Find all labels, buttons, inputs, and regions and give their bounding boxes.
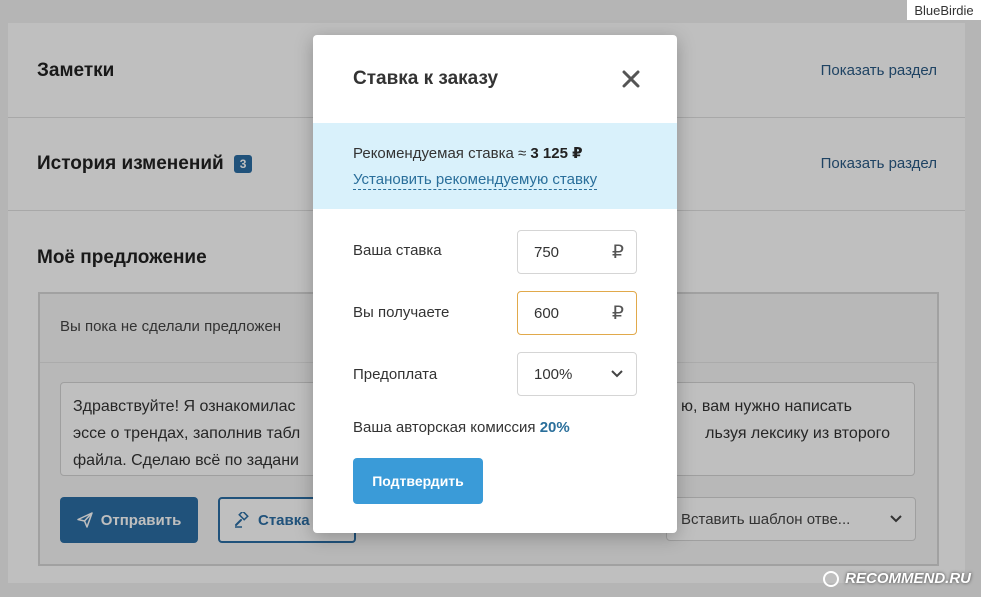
receive-input[interactable]: 600 ₽ xyxy=(517,291,637,335)
ruble-icon: ₽ xyxy=(611,241,624,263)
recommended-bid-text: Рекомендуемая ставка ≈ 3 125 ₽ xyxy=(353,144,583,162)
bid-input[interactable]: 750 ₽ xyxy=(517,230,637,274)
recommended-bid-value: 3 125 ₽ xyxy=(530,145,583,162)
commission-prefix: Ваша авторская комиссия xyxy=(353,419,540,436)
prepay-select[interactable]: 100% xyxy=(517,352,637,396)
watermark-site-text: RECOMMEND.RU xyxy=(845,570,971,587)
bid-value: 750 xyxy=(534,243,560,261)
commission-value: 20% xyxy=(539,419,570,436)
close-icon xyxy=(622,70,640,88)
bid-label: Ваша ставка xyxy=(353,242,442,259)
watermark-author: BlueBirdie xyxy=(907,0,981,20)
recommend-logo-icon xyxy=(823,570,840,587)
bid-modal: Ставка к заказу Рекомендуемая ставка ≈ 3… xyxy=(313,35,677,533)
prepay-value: 100% xyxy=(534,365,573,383)
recommended-bid-prefix: Рекомендуемая ставка ≈ xyxy=(353,145,531,162)
receive-value: 600 xyxy=(534,304,560,322)
chevron-down-icon xyxy=(611,370,623,378)
receive-label: Вы получаете xyxy=(353,304,450,321)
confirm-button[interactable]: Подтвердить xyxy=(353,458,483,504)
prepay-label: Предоплата xyxy=(353,366,438,383)
modal-title: Ставка к заказу xyxy=(353,68,499,89)
close-button[interactable] xyxy=(621,69,641,89)
recommended-panel: Рекомендуемая ставка ≈ 3 125 ₽ Установит… xyxy=(313,123,677,209)
watermark-site: RECOMMEND.RU xyxy=(823,570,971,587)
set-recommended-link[interactable]: Установить рекомендуемую ставку xyxy=(353,171,598,190)
commission-text: Ваша авторская комиссия 20% xyxy=(353,419,570,436)
ruble-icon: ₽ xyxy=(611,302,624,324)
